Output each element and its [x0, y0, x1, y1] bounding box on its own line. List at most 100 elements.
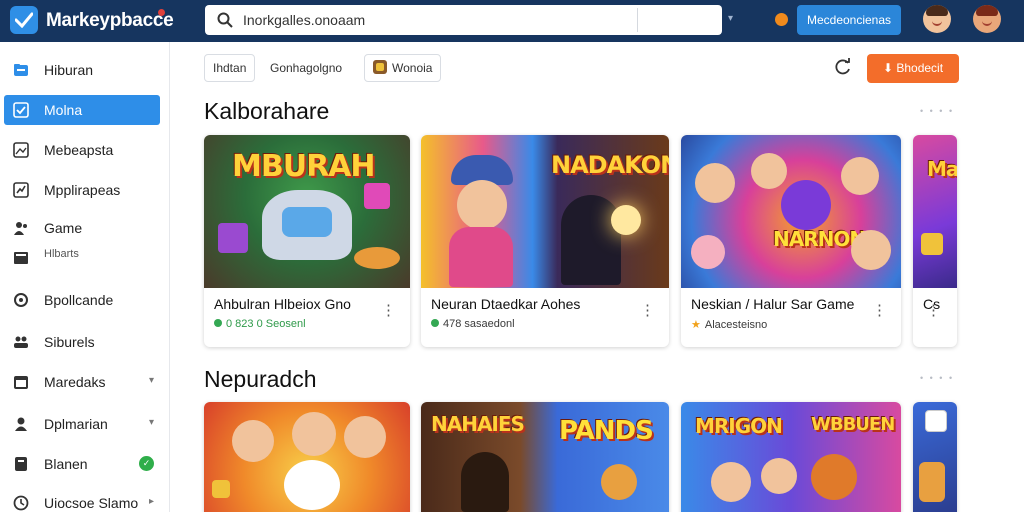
chat-icon[interactable] [925, 410, 947, 432]
game-art-title: WBBUEN [811, 414, 895, 435]
person-icon [15, 417, 27, 431]
sidebar-item-label: Mpplirapeas [44, 182, 121, 198]
game-card[interactable]: NARNON Neskian / Halur Sar Game ★ Alacest… [681, 135, 901, 347]
more-options-icon[interactable]: ⋮ [872, 303, 887, 318]
game-card[interactable]: NAHAIES PANDS [421, 402, 669, 512]
more-options-icon[interactable]: ⋮ [926, 303, 941, 318]
sidebar-item-mpplirapeas[interactable]: Mpplirapeas [4, 175, 160, 205]
status-badge: ✓ [139, 456, 154, 471]
character-face [457, 180, 507, 230]
character-face [761, 458, 797, 494]
sidebar-item-dplmarian[interactable]: Dplmarian ▾ [4, 409, 160, 439]
chevron-down-icon[interactable]: ▾ [149, 417, 154, 428]
sidebar-item-mebeapsta[interactable]: Mebeapsta [4, 135, 160, 165]
game-thumbnail: Ma [913, 135, 957, 288]
game-title[interactable]: Neskian / Halur Sar Game [691, 296, 854, 312]
chevron-down-icon[interactable]: ▾ [728, 13, 733, 24]
avatar[interactable] [923, 5, 951, 33]
download-icon: ⬇ [882, 61, 897, 75]
cube-decoration [921, 233, 943, 255]
character-face [232, 420, 274, 462]
sidebar-item-maredaks[interactable]: Maredaks ▾ [4, 367, 160, 397]
refresh-icon[interactable] [834, 58, 852, 76]
sidebar-item-game[interactable]: Game [4, 213, 160, 243]
character-face [344, 416, 386, 458]
sidebar-item-bpollcande[interactable]: Bpollcande [4, 285, 160, 315]
cube-decoration [218, 223, 248, 253]
game-title[interactable]: Ahbulran Hlbeiox Gno [214, 296, 351, 312]
top-bar: Markeypbacce Inorkgalles.onoaam ▾ Mecdeo… [0, 0, 1024, 42]
sidebar-item-uiocsoe-slamo[interactable]: Uiocsoe Slamo ▸ [4, 488, 160, 512]
sidebar-item-label: Hiburan [44, 62, 94, 78]
sidebar-item-hiburan[interactable]: Hiburan [4, 55, 160, 85]
character-face [691, 235, 725, 269]
sidebar-item-label: Mebeapsta [44, 142, 114, 158]
download-button-label: Bhodecit [896, 61, 944, 75]
game-meta-text: 0 823 0 Seosenl [226, 318, 306, 330]
search-divider [637, 8, 638, 32]
character-body [449, 227, 513, 287]
star-icon: ★ [691, 319, 701, 331]
chevron-right-icon[interactable]: ▸ [149, 496, 154, 507]
game-thumbnail: NADAKON [421, 135, 669, 288]
filter-chip[interactable]: Ihdtan [204, 54, 256, 82]
app-logo-icon[interactable] [10, 6, 38, 34]
game-card[interactable] [204, 402, 410, 512]
brand-name[interactable]: Markeypbacce [46, 10, 174, 32]
cube-decoration [212, 480, 230, 498]
see-all-link[interactable]: • • • • [920, 373, 954, 383]
group-icon [14, 336, 28, 348]
header-cta-button[interactable]: Mecdeoncienas [797, 5, 901, 35]
light-glow [611, 205, 641, 235]
game-card[interactable] [913, 402, 957, 512]
rating-dot-icon [431, 319, 439, 327]
coin-decoration [354, 247, 400, 269]
character-face [601, 464, 637, 500]
game-card[interactable]: NADAKON Neuran Dtaedkar Aohes 478 sasaed… [421, 135, 669, 347]
sidebar-item-label: Bpollcande [44, 292, 114, 308]
character-silhouette [461, 452, 509, 512]
sidebar-item-label: Hlbarts [44, 248, 79, 260]
users-icon [14, 222, 27, 235]
brand-dot-icon [158, 9, 165, 16]
settings-icon [14, 293, 28, 307]
sidebar-item-molna[interactable]: Molna [4, 95, 160, 125]
game-art-title: MRIGON [695, 414, 783, 438]
sidebar-item-label: Blanen [44, 456, 88, 472]
sidebar-item-hlbarts[interactable]: Hlbarts [4, 243, 160, 273]
game-card[interactable]: MRIGON WBBUEN [681, 402, 901, 512]
game-art-title: NADAKON [551, 151, 669, 179]
filter-chip-wonoia[interactable]: Wonoia [364, 54, 442, 82]
more-options-icon[interactable]: ⋮ [381, 303, 396, 318]
mascot-illustration [284, 460, 340, 510]
character-silhouette [919, 462, 945, 502]
game-art-title: MBURAH [232, 149, 376, 184]
see-all-link[interactable]: • • • • [920, 106, 954, 116]
character-face [292, 412, 336, 456]
more-options-icon[interactable]: ⋮ [640, 303, 655, 318]
note-icon [15, 457, 27, 471]
game-card[interactable]: MBURAH Ahbulran Hlbeiox Gno 0 823 0 Seos… [204, 135, 410, 347]
calendar-icon [14, 376, 28, 389]
game-card[interactable]: Ma Cs ⋮ [913, 135, 957, 347]
cube-decoration [364, 183, 390, 209]
sidebar-item-label: Siburels [44, 334, 95, 350]
character-face [851, 230, 891, 270]
filter-chip[interactable]: Gonhagolgno [270, 61, 342, 75]
download-button[interactable]: ⬇ Bhodecit [867, 54, 959, 83]
character-face [711, 462, 751, 502]
search-input[interactable]: Inorkgalles.onoaam [243, 12, 365, 28]
game-title[interactable]: Neuran Dtaedkar Aohes [431, 296, 580, 312]
chevron-down-icon[interactable]: ▾ [149, 375, 154, 386]
section-title: Nepuradch [204, 366, 317, 392]
search-icon [217, 12, 233, 28]
notification-icon[interactable] [775, 13, 788, 26]
filter-chip-label: Wonoia [392, 61, 433, 75]
grid-icon [14, 252, 28, 264]
sidebar-item-label: Uiocsoe Slamo [44, 495, 139, 511]
clock-icon [13, 495, 29, 511]
sidebar-item-blanen[interactable]: Blanen ✓ [4, 449, 160, 479]
avatar[interactable] [973, 5, 1001, 33]
search-bar[interactable]: Inorkgalles.onoaam [205, 5, 722, 35]
sidebar-item-siburels[interactable]: Siburels [4, 327, 160, 357]
